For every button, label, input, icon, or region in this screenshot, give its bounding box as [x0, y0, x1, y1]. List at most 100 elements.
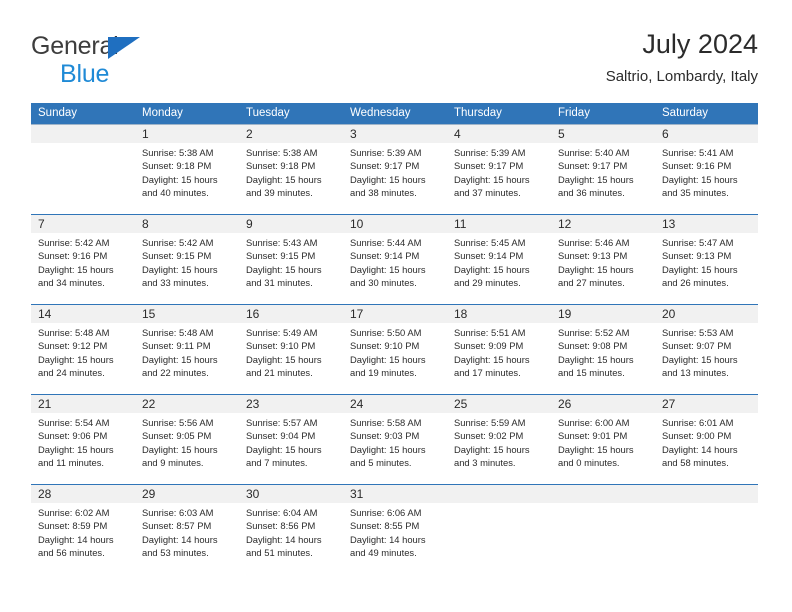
- day-cell-16[interactable]: Sunrise: 5:49 AM Sunset: 9:10 PM Daylight:…: [239, 323, 343, 394]
- day-info-line: Sunset: 8:56 PM: [246, 520, 316, 532]
- day-info-line: Daylight: 14 hours: [350, 533, 426, 545]
- day-cell-20[interactable]: Sunrise: 5:53 AM Sunset: 9:07 PM Daylight:…: [655, 323, 758, 394]
- day-cell-28[interactable]: Sunrise: 6:02 AM Sunset: 8:59 PM Daylight:…: [31, 503, 135, 574]
- day-cell-31[interactable]: Sunrise: 6:06 AM Sunset: 8:55 PM Daylight:…: [343, 503, 447, 574]
- day-info-line: and 31 minutes.: [246, 277, 313, 289]
- day-number-4[interactable]: 4: [447, 125, 551, 143]
- day-number-23[interactable]: 23: [239, 395, 343, 413]
- day-number-27[interactable]: 27: [655, 395, 758, 413]
- calendar-body: 1 2 3 4 5 6 Sunrise: 5:38 AM Sunset: 9:18 PM Day…: [31, 124, 758, 574]
- day-info-line: Sunrise: 5:45 AM: [454, 237, 526, 248]
- day-number-31[interactable]: 31: [343, 485, 447, 503]
- general-blue-logo[interactable]: General Blue: [31, 34, 251, 92]
- day-info-line: Sunset: 9:07 PM: [662, 340, 732, 352]
- day-info-line: Daylight: 15 hours: [38, 443, 114, 455]
- day-number-21[interactable]: 21: [31, 395, 135, 413]
- day-cell-9[interactable]: Sunrise: 5:43 AM Sunset: 9:15 PM Daylight:…: [239, 233, 343, 304]
- day-cell-23[interactable]: Sunrise: 5:57 AM Sunset: 9:04 PM Daylight:…: [239, 413, 343, 484]
- day-info-line: Daylight: 15 hours: [454, 173, 530, 185]
- day-number-16[interactable]: 16: [239, 305, 343, 323]
- day-cell-3[interactable]: Sunrise: 5:39 AM Sunset: 9:17 PM Daylight:…: [343, 143, 447, 214]
- day-info-line: Sunrise: 5:42 AM: [38, 237, 110, 248]
- day-number-19[interactable]: 19: [551, 305, 655, 323]
- day-number-12[interactable]: 12: [551, 215, 655, 233]
- day-info-line: Sunrise: 5:44 AM: [350, 237, 422, 248]
- day-number-row: 123456: [31, 125, 758, 143]
- day-cell-17[interactable]: Sunrise: 5:50 AM Sunset: 9:10 PM Daylight:…: [343, 323, 447, 394]
- day-cell-6[interactable]: Sunrise: 5:41 AM Sunset: 9:16 PM Daylight:…: [655, 143, 758, 214]
- day-number-9[interactable]: 9: [239, 215, 343, 233]
- day-cell-18[interactable]: Sunrise: 5:51 AM Sunset: 9:09 PM Daylight:…: [447, 323, 551, 394]
- day-info-line: Daylight: 14 hours: [246, 533, 322, 545]
- day-info-line: and 33 minutes.: [142, 277, 209, 289]
- day-number-22[interactable]: 22: [135, 395, 239, 413]
- day-info-line: Daylight: 15 hours: [142, 443, 218, 455]
- day-number-1[interactable]: 1: [135, 125, 239, 143]
- day-number-empty: [655, 485, 758, 503]
- day-info-line: Daylight: 15 hours: [350, 443, 426, 455]
- day-cell-22[interactable]: Sunrise: 5:56 AM Sunset: 9:05 PM Daylight:…: [135, 413, 239, 484]
- day-cell-8[interactable]: Sunrise: 5:42 AM Sunset: 9:15 PM Daylight:…: [135, 233, 239, 304]
- day-info-line: Sunset: 9:05 PM: [142, 430, 212, 442]
- day-number-11[interactable]: 11: [447, 215, 551, 233]
- day-info-line: and 24 minutes.: [38, 367, 105, 379]
- weekday-header-wednesday: Wednesday: [343, 103, 447, 124]
- day-number-20[interactable]: 20: [655, 305, 758, 323]
- day-cell-12[interactable]: Sunrise: 5:46 AM Sunset: 9:13 PM Daylight:…: [551, 233, 655, 304]
- day-info-line: and 0 minutes.: [558, 457, 620, 469]
- page-title: July 2024: [642, 29, 758, 59]
- day-number-3[interactable]: 3: [343, 125, 447, 143]
- day-cell-21[interactable]: Sunrise: 5:54 AM Sunset: 9:06 PM Daylight:…: [31, 413, 135, 484]
- weekday-header-tuesday: Tuesday: [239, 103, 343, 124]
- day-cell-13[interactable]: Sunrise: 5:47 AM Sunset: 9:13 PM Daylight:…: [655, 233, 758, 304]
- page-subtitle: Saltrio, Lombardy, Italy: [605, 68, 758, 85]
- day-cell-26[interactable]: Sunrise: 6:00 AM Sunset: 9:01 PM Daylight:…: [551, 413, 655, 484]
- day-cell-4[interactable]: Sunrise: 5:39 AM Sunset: 9:17 PM Daylight:…: [447, 143, 551, 214]
- day-cell-15[interactable]: Sunrise: 5:48 AM Sunset: 9:11 PM Daylight:…: [135, 323, 239, 394]
- day-number-13[interactable]: 13: [655, 215, 758, 233]
- day-number-25[interactable]: 25: [447, 395, 551, 413]
- day-number-30[interactable]: 30: [239, 485, 343, 503]
- day-number-14[interactable]: 14: [31, 305, 135, 323]
- day-number-29[interactable]: 29: [135, 485, 239, 503]
- day-info-line: and 27 minutes.: [558, 277, 625, 289]
- day-cell-2[interactable]: Sunrise: 5:38 AM Sunset: 9:18 PM Daylight:…: [239, 143, 343, 214]
- day-cell-7[interactable]: Sunrise: 5:42 AM Sunset: 9:16 PM Daylight:…: [31, 233, 135, 304]
- day-detail-row: Sunrise: 5:48 AM Sunset: 9:12 PM Daylight:…: [31, 323, 758, 394]
- day-number-2[interactable]: 2: [239, 125, 343, 143]
- day-cell-24[interactable]: Sunrise: 5:58 AM Sunset: 9:03 PM Daylight:…: [343, 413, 447, 484]
- day-cell-29[interactable]: Sunrise: 6:03 AM Sunset: 8:57 PM Daylight:…: [135, 503, 239, 574]
- day-number-15[interactable]: 15: [135, 305, 239, 323]
- day-number-24[interactable]: 24: [343, 395, 447, 413]
- day-number-28[interactable]: 28: [31, 485, 135, 503]
- day-cell-27[interactable]: Sunrise: 6:01 AM Sunset: 9:00 PM Daylight:…: [655, 413, 758, 484]
- day-number-17[interactable]: 17: [343, 305, 447, 323]
- day-info-line: Daylight: 15 hours: [558, 263, 634, 275]
- day-cell-25[interactable]: Sunrise: 5:59 AM Sunset: 9:02 PM Daylight:…: [447, 413, 551, 484]
- day-info-line: and 15 minutes.: [558, 367, 625, 379]
- day-info-line: and 34 minutes.: [38, 277, 105, 289]
- day-cell-10[interactable]: Sunrise: 5:44 AM Sunset: 9:14 PM Daylight:…: [343, 233, 447, 304]
- day-info-line: and 22 minutes.: [142, 367, 209, 379]
- day-cell-1[interactable]: Sunrise: 5:38 AM Sunset: 9:18 PM Daylight:…: [135, 143, 239, 214]
- day-number-empty: [31, 125, 135, 143]
- day-number-7[interactable]: 7: [31, 215, 135, 233]
- day-cell-empty: [655, 503, 758, 574]
- day-info-line: Sunrise: 5:47 AM: [662, 237, 734, 248]
- day-info-line: and 19 minutes.: [350, 367, 417, 379]
- day-cell-5[interactable]: Sunrise: 5:40 AM Sunset: 9:17 PM Daylight:…: [551, 143, 655, 214]
- day-number-10[interactable]: 10: [343, 215, 447, 233]
- day-number-8[interactable]: 8: [135, 215, 239, 233]
- day-cell-14[interactable]: Sunrise: 5:48 AM Sunset: 9:12 PM Daylight:…: [31, 323, 135, 394]
- day-number-5[interactable]: 5: [551, 125, 655, 143]
- day-cell-19[interactable]: Sunrise: 5:52 AM Sunset: 9:08 PM Daylight:…: [551, 323, 655, 394]
- day-cell-11[interactable]: Sunrise: 5:45 AM Sunset: 9:14 PM Daylight:…: [447, 233, 551, 304]
- day-info-line: Sunrise: 5:43 AM: [246, 237, 318, 248]
- day-number-26[interactable]: 26: [551, 395, 655, 413]
- day-cell-30[interactable]: Sunrise: 6:04 AM Sunset: 8:56 PM Daylight:…: [239, 503, 343, 574]
- day-info-line: Sunrise: 5:38 AM: [246, 147, 318, 158]
- triangle-logo-icon: [108, 37, 140, 59]
- day-number-18[interactable]: 18: [447, 305, 551, 323]
- day-number-6[interactable]: 6: [655, 125, 758, 143]
- day-info-line: Daylight: 14 hours: [38, 533, 114, 545]
